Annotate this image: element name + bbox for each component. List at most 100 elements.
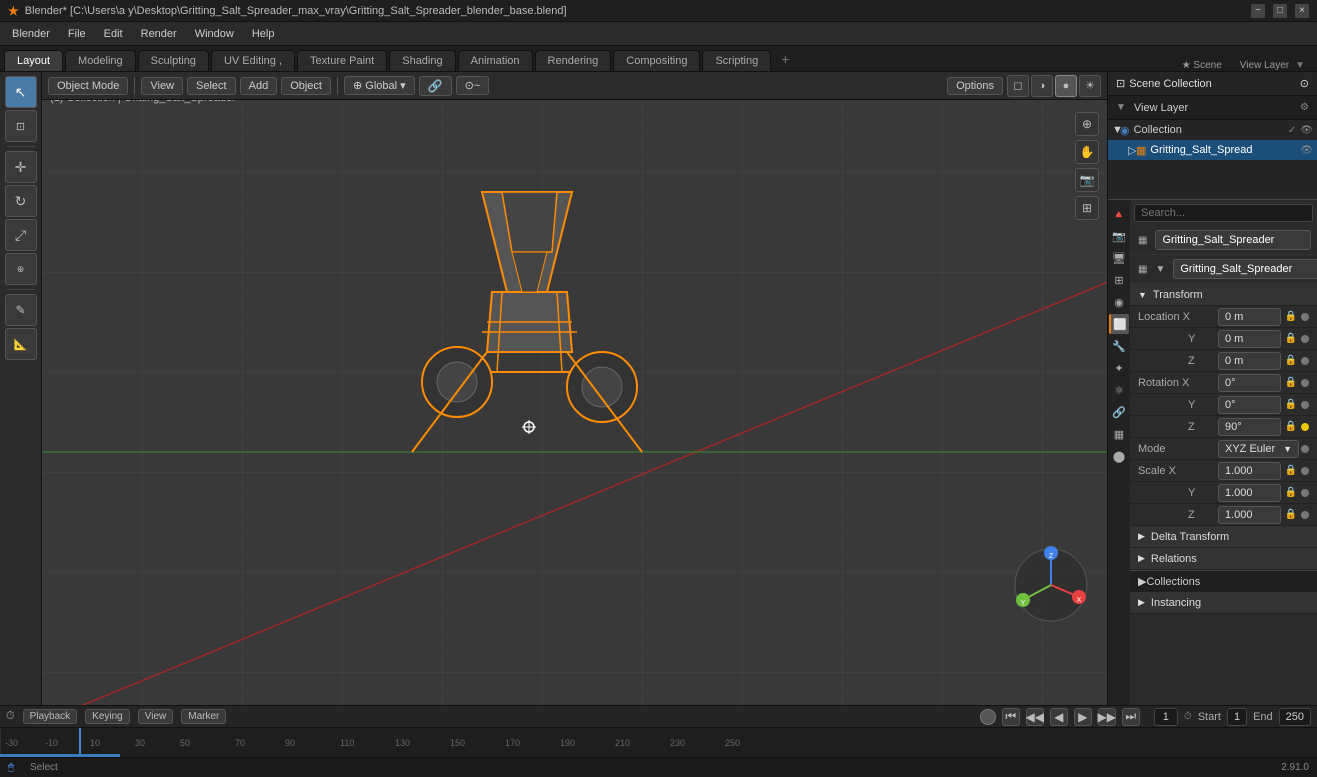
jump-back-keyframe-button[interactable]: ◀◀ [1026,708,1044,726]
output-props-icon[interactable]: 🖥 [1109,248,1129,268]
rotation-x-value[interactable]: 0° [1218,374,1281,392]
close-button[interactable]: × [1295,4,1309,18]
object-mode-selector[interactable]: Object Mode [48,77,128,95]
playback-menu[interactable]: Playback [23,709,78,724]
location-y-lock-icon[interactable]: 🔒 [1283,331,1299,347]
data-props-icon[interactable]: ▦ [1109,424,1129,444]
menu-help[interactable]: Help [244,26,283,42]
outliner-collection-item[interactable]: ▼ ◉ Collection ✓ 👁 [1108,120,1317,140]
relations-section[interactable]: ▶ Relations [1130,548,1317,570]
mesh-name-input[interactable] [1173,259,1317,279]
tab-animation[interactable]: Animation [458,50,533,71]
material-shading[interactable]: ● [1055,75,1077,97]
camera-view-icon[interactable]: 📷 [1075,168,1099,192]
view-layer-settings[interactable]: ⚙ [1300,102,1309,113]
jump-start-button[interactable]: ⏮ [1002,708,1020,726]
constraints-props-icon[interactable]: 🔗 [1109,402,1129,422]
annotate-tool[interactable]: ✎ [5,294,37,326]
record-button[interactable] [980,709,996,725]
scale-z-lock-icon[interactable]: 🔒 [1283,507,1299,523]
object-menu[interactable]: Object [281,77,331,95]
delta-transform-section[interactable]: ▶ Delta Transform [1130,526,1317,548]
snap-controls[interactable]: 🔗 [419,76,452,96]
cursor-tool[interactable]: ↖ [5,76,37,108]
current-frame-display[interactable]: 1 [1154,708,1178,726]
tab-sculpting[interactable]: Sculpting [138,50,209,71]
toggle-grid-icon[interactable]: ⊞ [1075,196,1099,220]
collection-visibility-icon[interactable]: ✓ [1288,125,1296,136]
menu-edit[interactable]: Edit [96,26,131,42]
jump-end-button[interactable]: ⏭ [1122,708,1140,726]
location-x-value[interactable]: 0 m [1218,308,1281,326]
tab-compositing[interactable]: Compositing [613,50,700,71]
transform-section-header[interactable]: ▼ Transform [1130,284,1317,306]
maximize-button[interactable]: □ [1273,4,1287,18]
physics-props-icon[interactable]: ⚛ [1109,380,1129,400]
props-search-input[interactable] [1134,204,1313,222]
scale-z-value[interactable]: 1.000 [1218,506,1281,524]
scale-x-value[interactable]: 1.000 [1218,462,1281,480]
object-props-icon[interactable]: ⬜ [1109,314,1129,334]
menu-file[interactable]: File [60,26,94,42]
location-x-lock-icon[interactable]: 🔒 [1283,309,1299,325]
add-workspace-button[interactable]: + [773,47,797,71]
pan-icon[interactable]: ✋ [1075,140,1099,164]
measure-tool[interactable]: 📐 [5,328,37,360]
scale-tool[interactable]: ⤢ [5,219,37,251]
timeline-content[interactable]: -30 -10 10 30 50 70 90 110 130 150 170 1… [0,728,1317,757]
location-y-value[interactable]: 0 m [1218,330,1281,348]
scale-y-value[interactable]: 1.000 [1218,484,1281,502]
outliner-object-item[interactable]: ▷ ▦ Gritting_Salt_Spread 👁 [1108,140,1317,160]
marker-menu[interactable]: Marker [181,709,226,724]
rotation-y-value[interactable]: 0° [1218,396,1281,414]
select-box-tool[interactable]: ⊡ [5,110,37,142]
scene-props-icon[interactable]: 🔺 [1109,204,1129,224]
tab-layout[interactable]: Layout [4,50,63,71]
add-menu[interactable]: Add [240,77,278,95]
scale-x-lock-icon[interactable]: 🔒 [1283,463,1299,479]
global-transform[interactable]: ⊕ Global ▾ [344,76,415,95]
filter-icon[interactable]: ▼ [1295,60,1305,71]
step-back-button[interactable]: ◀ [1050,708,1068,726]
options-button[interactable]: Options [947,77,1003,95]
end-frame-input[interactable]: 250 [1279,708,1311,726]
location-z-lock-icon[interactable]: 🔒 [1283,353,1299,369]
navigation-gizmo[interactable]: Z X Y [1011,545,1091,625]
select-menu[interactable]: Select [187,77,236,95]
view-menu[interactable]: View [141,77,183,95]
rotation-y-lock-icon[interactable]: 🔒 [1283,397,1299,413]
play-button[interactable]: ▶ [1074,708,1092,726]
object-name-input[interactable] [1155,230,1311,250]
start-frame-input[interactable]: 1 [1227,708,1247,726]
modifier-props-icon[interactable]: 🔧 [1109,336,1129,356]
menu-window[interactable]: Window [187,26,242,42]
object-eye-icon[interactable]: 👁 [1300,145,1313,156]
tab-scripting[interactable]: Scripting [702,50,771,71]
render-props-icon[interactable]: 📷 [1109,226,1129,246]
engine-selector[interactable]: ★ Scene [1182,60,1222,71]
step-forward-button[interactable]: ▶▶ [1098,708,1116,726]
instancing-section[interactable]: ▶ Instancing [1130,592,1317,614]
rotate-tool[interactable]: ↻ [5,185,37,217]
collections-section[interactable]: ▶ Collections [1130,570,1317,592]
viewport[interactable]: Object Mode View Select Add Object ⊕ Glo… [42,72,1107,705]
menu-render[interactable]: Render [133,26,185,42]
keying-menu[interactable]: Keying [85,709,130,724]
tab-rendering[interactable]: Rendering [535,50,612,71]
wireframe-shading[interactable]: ◻ [1007,75,1029,97]
timeline-icon[interactable]: ⏱ [6,710,15,723]
rotation-z-value[interactable]: 90° [1218,418,1281,436]
rotation-mode-value[interactable]: XYZ Euler ▼ [1218,440,1299,458]
move-tool[interactable]: ✛ [5,151,37,183]
solid-shading[interactable]: ◑ [1031,75,1053,97]
minimize-button[interactable]: − [1251,4,1265,18]
scene-data-icon[interactable]: ◉ [1109,292,1129,312]
particles-props-icon[interactable]: ✦ [1109,358,1129,378]
location-z-value[interactable]: 0 m [1218,352,1281,370]
view-layer-label[interactable]: View Layer [1240,60,1289,71]
view-layer-props-icon[interactable]: ⊞ [1109,270,1129,290]
tab-modeling[interactable]: Modeling [65,50,136,71]
material-props-icon[interactable]: ⬤ [1109,446,1129,466]
rendered-shading[interactable]: ☀ [1079,75,1101,97]
menu-blender[interactable]: Blender [4,26,58,42]
